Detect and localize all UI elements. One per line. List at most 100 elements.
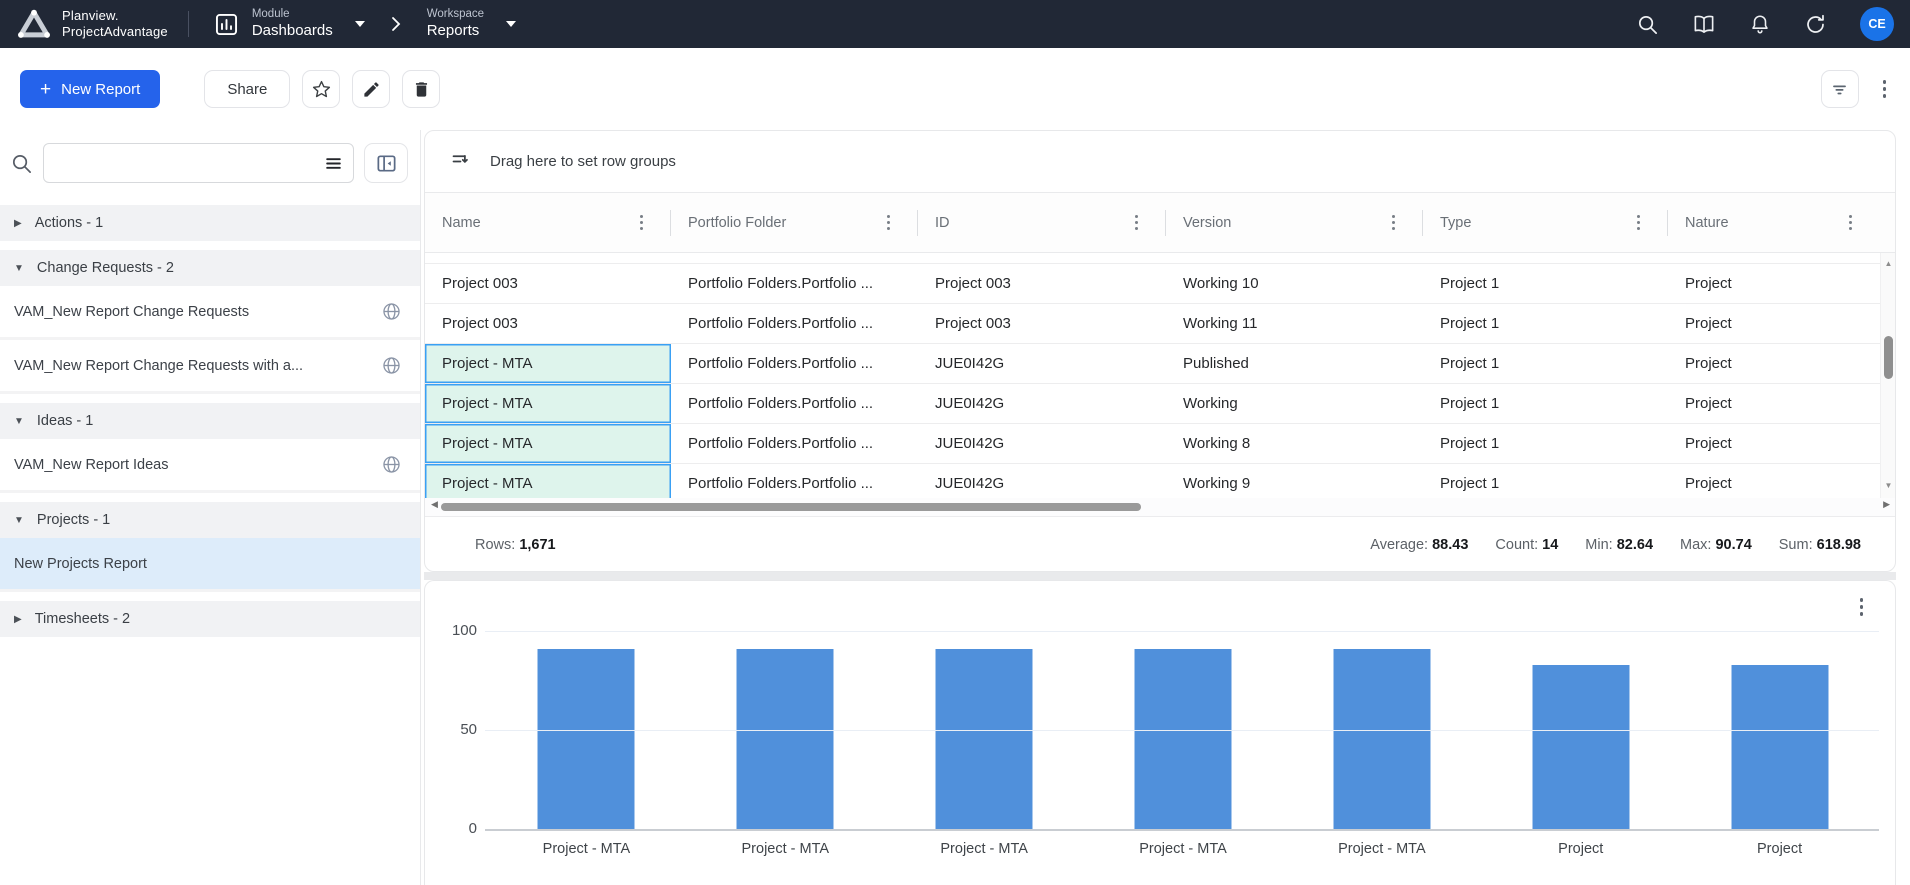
row-group-dropzone[interactable]: Drag here to set row groups — [425, 131, 1895, 193]
cell-portfolio-folder[interactable]: Portfolio Folders.Portfolio ... — [671, 344, 918, 383]
cell-type[interactable]: Project 1 — [1423, 304, 1668, 343]
edit-button[interactable] — [352, 70, 390, 108]
column-header-portfolio-folder[interactable]: Portfolio Folder — [671, 193, 918, 252]
cell-version[interactable]: Working 8 — [1166, 424, 1423, 463]
cell-type[interactable]: Project 1 — [1423, 344, 1668, 383]
sidebar-group-ideas-1[interactable]: ▼Ideas - 1 — [0, 403, 420, 439]
favorite-button[interactable] — [302, 70, 340, 108]
search-button[interactable] — [1636, 13, 1659, 36]
column-menu-icon[interactable] — [1633, 211, 1644, 234]
column-menu-icon[interactable] — [883, 211, 894, 234]
cell-version[interactable]: Working — [1166, 384, 1423, 423]
sidebar-group-change-requests-2[interactable]: ▼Change Requests - 2 — [0, 250, 420, 286]
cell-name[interactable]: Project - MTA — [425, 384, 671, 423]
bar[interactable] — [1731, 665, 1828, 829]
cell-id[interactable]: JUE0I42G — [918, 464, 1166, 498]
cell-name[interactable]: Project - MTA — [425, 424, 671, 463]
table-row[interactable]: Project - MTAPortfolio Folders.Portfolio… — [425, 424, 1895, 464]
cell-name[interactable]: Project - MTA — [425, 464, 671, 498]
cell-id[interactable]: JUE0I42G — [918, 424, 1166, 463]
table-row[interactable]: Project 003Portfolio Folders.Portfolio .… — [425, 304, 1895, 344]
cell-name[interactable]: Project - MTA — [425, 344, 671, 383]
cell-version[interactable]: Working 11 — [1166, 304, 1423, 343]
cell-portfolio-folder[interactable]: Portfolio Folders.Portfolio ... — [671, 304, 918, 343]
bar[interactable] — [1333, 649, 1430, 829]
cell-portfolio-folder[interactable]: Portfolio Folders.Portfolio ... — [671, 464, 918, 498]
cell-nature[interactable]: Project — [1668, 304, 1895, 343]
cell-name[interactable]: Project 003 — [425, 304, 671, 343]
bar[interactable] — [1135, 649, 1232, 829]
report-toolbar: + New Report Share — [0, 48, 1910, 130]
cell-nature[interactable]: Project — [1668, 344, 1895, 383]
cell-type[interactable]: Project 1 — [1423, 264, 1668, 303]
refresh-button[interactable] — [1804, 13, 1827, 36]
cell-nature[interactable]: Project — [1668, 264, 1895, 303]
new-report-button[interactable]: + New Report — [20, 70, 160, 108]
vertical-scrollbar[interactable]: ▲ ▼ — [1880, 253, 1895, 498]
sidebar-group-actions-1[interactable]: ▶Actions - 1 — [0, 205, 420, 241]
bar[interactable] — [1532, 665, 1629, 829]
cell-type[interactable]: Project 1 — [1423, 384, 1668, 423]
cell-nature[interactable]: Project — [1668, 464, 1895, 498]
filter-button[interactable] — [1821, 70, 1859, 108]
kebab-menu-icon[interactable] — [1879, 76, 1891, 102]
notifications-button[interactable] — [1749, 13, 1771, 36]
scroll-up-icon[interactable]: ▲ — [1881, 259, 1895, 268]
cell-type[interactable]: Project 1 — [1423, 464, 1668, 498]
scroll-down-icon[interactable]: ▼ — [1881, 481, 1895, 490]
table-row[interactable]: Project - MTAPortfolio Folders.Portfolio… — [425, 464, 1895, 498]
table-row[interactable]: Project 003Portfolio Folders.Portfolio .… — [425, 264, 1895, 304]
column-menu-icon[interactable] — [1388, 211, 1399, 234]
table-row[interactable]: Project - MTAPortfolio Folders.Portfolio… — [425, 384, 1895, 424]
cell-id[interactable]: Project 003 — [918, 304, 1166, 343]
chart-menu-icon[interactable] — [1856, 594, 1868, 620]
cell-version[interactable]: Published — [1166, 344, 1423, 383]
cell-type[interactable]: Project 1 — [1423, 424, 1668, 463]
cell-id[interactable]: JUE0I42G — [918, 384, 1166, 423]
bar[interactable] — [936, 649, 1033, 829]
menu-icon[interactable] — [324, 154, 343, 173]
column-menu-icon[interactable] — [1845, 211, 1856, 234]
brand[interactable]: Planview. ProjectAdvantage — [16, 8, 168, 40]
workspace-menu[interactable]: Workspace Reports — [427, 7, 516, 40]
horizontal-scrollbar[interactable]: ◀ ▶ — [425, 498, 1895, 516]
cell-nature[interactable]: Project — [1668, 384, 1895, 423]
delete-button[interactable] — [402, 70, 440, 108]
scroll-left-icon[interactable]: ◀ — [431, 499, 438, 510]
search-input[interactable] — [54, 155, 324, 171]
table-row[interactable]: Project - MTAPortfolio Folders.Portfolio… — [425, 344, 1895, 384]
cell-version[interactable]: Working 9 — [1166, 464, 1423, 498]
module-menu[interactable]: Module Dashboards — [213, 7, 365, 40]
cell-nature[interactable]: Project — [1668, 424, 1895, 463]
column-header-name[interactable]: Name — [425, 193, 671, 252]
cell-portfolio-folder[interactable]: Portfolio Folders.Portfolio ... — [671, 264, 918, 303]
share-button[interactable]: Share — [204, 70, 290, 108]
bar[interactable] — [737, 649, 834, 829]
cell-portfolio-folder[interactable]: Portfolio Folders.Portfolio ... — [671, 384, 918, 423]
column-header-version[interactable]: Version — [1166, 193, 1423, 252]
vertical-scroll-thumb[interactable] — [1884, 336, 1893, 379]
sidebar-item-vam-new-report-ideas[interactable]: VAM_New Report Ideas — [0, 439, 420, 493]
cell-version[interactable]: Working 10 — [1166, 264, 1423, 303]
column-header-nature[interactable]: Nature — [1668, 193, 1880, 252]
cell-id[interactable]: Project 003 — [918, 264, 1166, 303]
sidebar-item-vam-new-report-change-requests[interactable]: VAM_New Report Change Requests — [0, 286, 420, 340]
scroll-right-icon[interactable]: ▶ — [1883, 499, 1890, 510]
column-menu-icon[interactable] — [1131, 211, 1142, 234]
cell-name[interactable]: Project 003 — [425, 264, 671, 303]
avatar[interactable]: CE — [1860, 7, 1894, 41]
horizontal-scroll-thumb[interactable] — [441, 503, 1141, 511]
sidebar-group-timesheets-2[interactable]: ▶Timesheets - 2 — [0, 601, 420, 637]
sidebar-item-new-projects-report[interactable]: New Projects Report — [0, 538, 420, 592]
sidebar-group-projects-1[interactable]: ▼Projects - 1 — [0, 502, 420, 538]
column-header-id[interactable]: ID — [918, 193, 1166, 252]
bar[interactable] — [538, 649, 635, 829]
collapse-panel-button[interactable] — [364, 143, 408, 183]
column-header-type[interactable]: Type — [1423, 193, 1668, 252]
column-menu-icon[interactable] — [636, 211, 647, 234]
sidebar-search-input[interactable] — [43, 143, 354, 183]
library-button[interactable] — [1692, 13, 1716, 36]
sidebar-item-vam-new-report-change-requests-with-a[interactable]: VAM_New Report Change Requests with a... — [0, 340, 420, 394]
cell-portfolio-folder[interactable]: Portfolio Folders.Portfolio ... — [671, 424, 918, 463]
cell-id[interactable]: JUE0I42G — [918, 344, 1166, 383]
